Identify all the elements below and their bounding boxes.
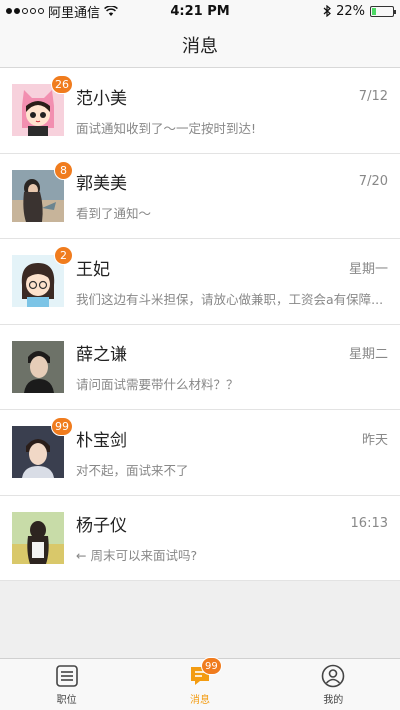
message-preview: 看到了通知～: [76, 206, 152, 222]
carrier-name: 阿里通信: [48, 5, 101, 21]
battery-icon: [370, 5, 396, 17]
page-title: 消息: [182, 35, 218, 57]
contact-name: 王妃: [76, 259, 110, 280]
avatar: [12, 255, 64, 308]
message-preview: 对不起，面试来不了: [76, 462, 189, 478]
message-row[interactable]: 99 朴宝剑 昨天 对不起，面试来不了: [0, 410, 400, 496]
message-list: 26 范小美 7/12 面试通知收到了～一定按时到达! 8 郭美美 7/20 看…: [0, 68, 400, 581]
tab-messages[interactable]: 99 消息: [133, 657, 266, 710]
bluetooth-icon: [323, 5, 332, 17]
unread-badge: 26: [51, 75, 73, 95]
avatar: [12, 340, 64, 393]
contact-name: 薛之谦: [76, 345, 127, 366]
message-preview: 我们这边有斗米担保，请放心做兼职，工资会a有保障...: [76, 291, 384, 307]
wifi-icon: [104, 5, 118, 16]
message-time: 星期二: [348, 347, 388, 363]
status-right: 22%: [323, 3, 396, 19]
message-preview: 面试通知收到了～一定按时到达!: [76, 120, 257, 136]
message-preview: 请问面试需要带什么材料？？: [76, 377, 239, 393]
signal-icon: [6, 8, 44, 14]
message-time: 星期一: [348, 261, 388, 277]
profile-icon: [320, 663, 346, 689]
contact-name: 范小美: [76, 88, 127, 109]
tab-bar: 职位 99 消息 我的: [0, 657, 400, 710]
contact-name: 郭美美: [76, 174, 127, 195]
message-row[interactable]: 薛之谦 星期二 请问面试需要带什么材料？？: [0, 325, 400, 410]
tab-jobs[interactable]: 职位: [0, 659, 133, 710]
message-row[interactable]: 2 王妃 星期一 我们这边有斗米担保，请放心做兼职，工资会a有保障...: [0, 239, 400, 325]
status-bar: 阿里通信 4:21 PM 22%: [0, 0, 400, 22]
message-row[interactable]: 26 范小美 7/12 面试通知收到了～一定按时到达!: [0, 68, 400, 154]
tab-label: 职位: [56, 695, 77, 706]
contact-name: 杨子仪: [76, 516, 127, 537]
carrier-info: 阿里通信: [6, 2, 118, 21]
tab-label: 我的: [323, 695, 344, 706]
message-time: 7/12: [358, 88, 388, 104]
unread-badge: 8: [54, 160, 73, 180]
contact-name: 朴宝剑: [76, 430, 127, 451]
unread-badge: 99: [51, 417, 73, 437]
unread-badge: 2: [54, 246, 73, 266]
message-time: 16:13: [350, 516, 388, 532]
message-row[interactable]: 8 郭美美 7/20 看到了通知～: [0, 154, 400, 239]
tab-label: 消息: [189, 695, 210, 706]
nav-bar: 消息: [0, 22, 400, 68]
message-preview: ← 周末可以来面试吗?: [76, 548, 198, 564]
message-row[interactable]: 杨子仪 16:13 ← 周末可以来面试吗?: [0, 496, 400, 581]
battery-percent: 22%: [336, 3, 365, 19]
tab-profile[interactable]: 我的: [267, 659, 400, 710]
chat-icon: 99: [187, 657, 222, 689]
list-icon: [54, 663, 80, 689]
message-time: 7/20: [358, 174, 388, 190]
tab-unread-badge: 99: [200, 657, 222, 675]
avatar: [12, 511, 64, 564]
message-time: 昨天: [361, 432, 388, 448]
